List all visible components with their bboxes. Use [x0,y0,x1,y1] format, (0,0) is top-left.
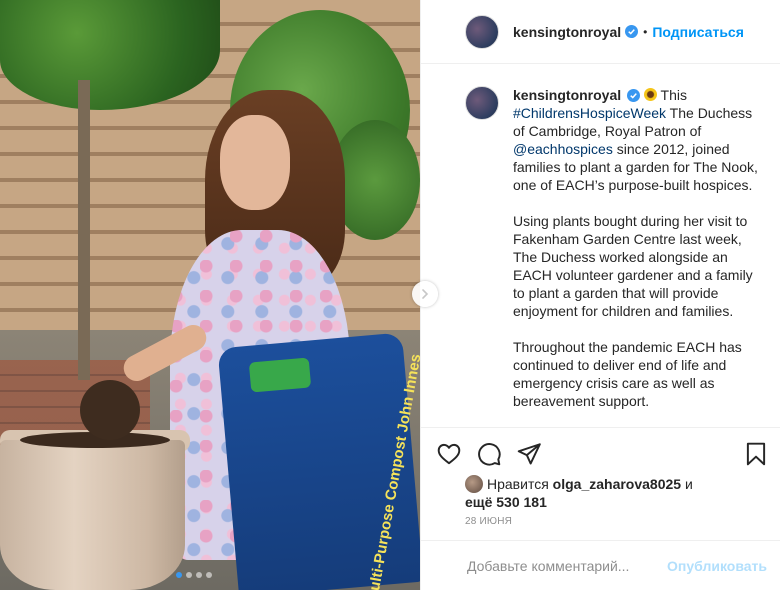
heart-icon[interactable] [436,441,462,467]
publish-button[interactable]: Опубликовать [667,558,767,574]
verified-badge-icon [627,89,641,102]
liker-avatar[interactable] [465,475,483,493]
carousel-dot [206,572,212,578]
username-link[interactable]: kensingtonroyal [513,24,621,40]
terracotta-pot [0,440,185,590]
avatar[interactable] [465,86,499,120]
soil-in-hand [80,380,140,440]
post-side-panel: kensingtonroyal • Подписаться kensington… [420,0,780,590]
caption: kensingtonroyal This #ChildrensHospiceWe… [465,86,765,424]
liker-username[interactable]: olga_zaharova8025 [553,476,681,492]
comment-input[interactable] [465,556,669,575]
tree-trunk [78,80,90,380]
paper-plane-icon[interactable] [516,441,542,467]
post-photo[interactable]: Multi-Purpose Compost John Innes [0,0,420,590]
likes-summary: Нравится olga_zaharova8025 и ещё 530 181 [465,475,775,511]
carousel-indicator [176,572,212,578]
person-face [220,115,290,210]
mention-link[interactable]: @eachhospices [513,141,613,157]
separator-dot: • [643,24,648,39]
carousel-dot [196,572,202,578]
compost-bag-logo [248,357,312,393]
carousel-dot [186,572,192,578]
carousel-dot [176,572,182,578]
caption-username[interactable]: kensingtonroyal [513,87,621,103]
comment-bar: Опубликовать [421,540,780,590]
comment-icon[interactable] [476,441,502,467]
post-date[interactable]: 28 ИЮНЯ [465,516,512,527]
caption-text: kensingtonroyal This #ChildrensHospiceWe… [513,86,763,424]
likes-prefix: Нравится [487,476,553,492]
next-slide-button[interactable] [412,281,438,307]
follow-button[interactable]: Подписаться [652,24,744,40]
caption-paragraph: Using plants bought during her visit to … [513,213,753,319]
likes-count[interactable]: ещё 530 181 [465,494,547,510]
verified-badge-icon [625,25,639,38]
hashtag-link[interactable]: #ChildrensHospiceWeek [513,105,666,121]
post-header: kensingtonroyal • Подписаться [421,0,780,64]
sunflower-emoji-icon [643,88,657,101]
instagram-post: Multi-Purpose Compost John Innes kensing… [0,0,780,590]
avatar[interactable] [465,14,499,49]
bookmark-icon[interactable] [743,441,769,467]
likes-and: и [681,476,693,492]
action-bar [421,427,780,477]
chevron-right-icon [422,289,429,299]
caption-text-part: This [656,87,688,103]
caption-paragraph: Throughout the pandemic EACH has continu… [513,339,742,409]
